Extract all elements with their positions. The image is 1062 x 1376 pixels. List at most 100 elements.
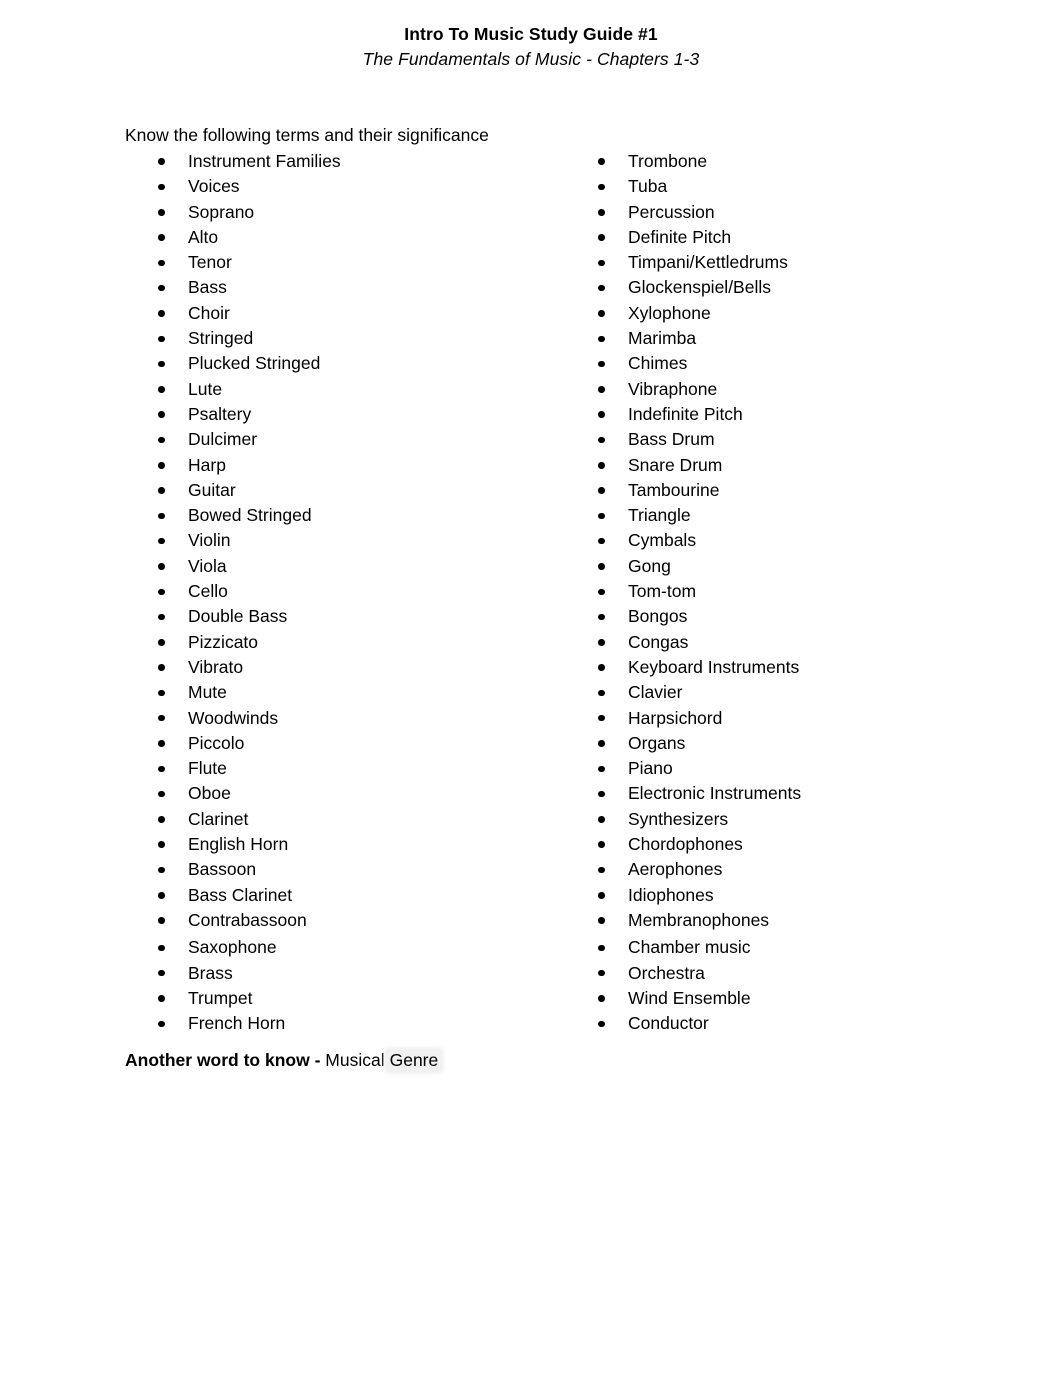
list-item: Cello (125, 579, 555, 604)
term-label: Double Bass (188, 606, 288, 627)
bullet-icon (158, 487, 165, 494)
term-label: Organs (628, 732, 686, 753)
list-item: Gong (565, 554, 1005, 579)
bullet-icon (598, 995, 605, 1002)
bullet-icon (158, 158, 165, 165)
bullet-icon (598, 1020, 605, 1028)
term-label: Idiophones (628, 884, 714, 905)
list-item: Triangle (565, 503, 1005, 528)
bullet-icon (158, 259, 165, 267)
bullet-icon (158, 995, 165, 1002)
list-item: Brass (125, 961, 555, 986)
list-item: Bass Clarinet (125, 883, 555, 908)
term-label: Tom-tom (628, 581, 697, 602)
term-label: Chordophones (628, 834, 743, 855)
bullet-icon (158, 689, 165, 697)
another-word-note: Another word to know - Musical Genre (125, 1048, 443, 1072)
list-item: Choir (125, 301, 555, 326)
list-item: Orchestra (565, 961, 1005, 986)
list-item: Contrabassoon (125, 908, 555, 933)
term-label: Bassoon (188, 859, 257, 880)
bullet-icon (158, 411, 165, 418)
bullet-icon (598, 487, 605, 494)
bullet-icon (598, 639, 605, 646)
term-label: Gong (628, 555, 671, 576)
list-item: Wind Ensemble (565, 986, 1005, 1011)
bullet-icon (158, 360, 165, 368)
term-label: Lute (188, 378, 223, 399)
list-item: Instrument Families (125, 149, 555, 174)
term-label: Bass Clarinet (188, 884, 293, 905)
list-item: Voices (125, 174, 555, 199)
term-label: Aerophones (628, 859, 723, 880)
term-label: Indefinite Pitch (628, 403, 743, 424)
term-label: Brass (188, 962, 233, 983)
term-label: Marimba (628, 328, 697, 349)
bullet-icon (598, 512, 605, 520)
list-item: Percussion (565, 200, 1005, 225)
bullet-icon (598, 183, 605, 191)
list-item: Snare Drum (565, 453, 1005, 478)
term-label: Voices (188, 176, 240, 197)
list-item: Tom-tom (565, 579, 1005, 604)
bullet-icon (598, 310, 605, 317)
term-label: Oboe (188, 783, 231, 804)
bullet-icon (158, 436, 165, 444)
term-label: Congas (628, 631, 689, 652)
list-item: Conductor (565, 1011, 1005, 1036)
term-label: Keyboard Instruments (628, 656, 800, 677)
list-item: Tuba (565, 174, 1005, 199)
term-label: Chamber music (628, 937, 751, 958)
bullet-icon (158, 1020, 165, 1028)
list-item: Tambourine (565, 478, 1005, 503)
term-label: Pizzicato (188, 631, 259, 652)
bullet-icon (158, 664, 165, 671)
term-label: Synthesizers (628, 808, 729, 829)
term-label: Vibraphone (628, 378, 718, 399)
term-label: Harp (188, 454, 226, 475)
list-item: Harp (125, 453, 555, 478)
term-label: Trumpet (188, 987, 253, 1008)
list-item: Plucked Stringed (125, 351, 555, 376)
bullet-icon (598, 537, 605, 545)
bullet-icon (158, 512, 165, 520)
term-label: Instrument Families (188, 151, 341, 171)
another-word-label: Another word to know - (125, 1050, 326, 1070)
list-item: Idiophones (565, 883, 1005, 908)
bullet-icon (158, 284, 165, 292)
term-label: Plucked Stringed (188, 353, 321, 374)
term-label: Trombone (628, 151, 708, 171)
bullet-icon (158, 613, 165, 621)
term-label: Soprano (188, 201, 255, 222)
bullet-icon (598, 664, 605, 671)
bullet-icon (158, 944, 165, 952)
term-label: Contrabassoon (188, 909, 307, 930)
term-label: Bowed Stringed (188, 505, 312, 526)
list-item: Glockenspiel/Bells (565, 275, 1005, 300)
list-item: Psaltery (125, 402, 555, 427)
term-label: Definite Pitch (628, 226, 732, 247)
bullet-icon (598, 917, 605, 924)
list-item: Saxophone (125, 935, 555, 960)
list-item: Clarinet (125, 807, 555, 832)
bullet-icon (158, 386, 165, 393)
bullet-icon (598, 386, 605, 393)
bullet-icon (158, 537, 165, 545)
bullet-icon (158, 563, 165, 570)
term-label: Viola (188, 555, 227, 576)
term-label: French Horn (188, 1013, 286, 1034)
bullet-icon (598, 740, 605, 747)
term-label: Vibrato (188, 656, 244, 677)
bullet-icon (158, 183, 165, 191)
bullet-icon (158, 462, 165, 469)
term-label: English Horn (188, 834, 289, 855)
bullet-icon (598, 335, 605, 343)
list-item: Electronic Instruments (565, 781, 1005, 806)
bullet-icon (598, 841, 605, 848)
list-item: Bowed Stringed (125, 503, 555, 528)
term-label: Tambourine (628, 479, 720, 500)
bullet-icon (158, 714, 165, 722)
list-item: Membranophones (565, 908, 1005, 933)
term-label: Dulcimer (188, 429, 258, 450)
bullet-icon (598, 411, 605, 418)
